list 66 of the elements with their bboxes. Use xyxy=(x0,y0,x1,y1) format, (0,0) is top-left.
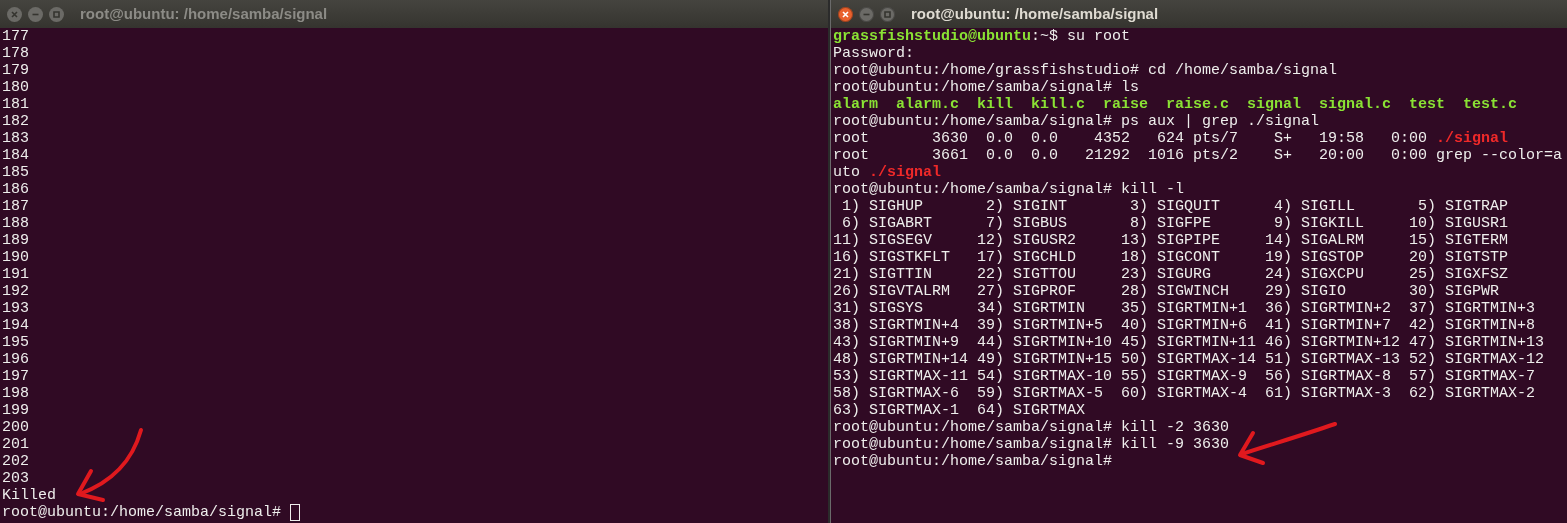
terminal-line: root@ubuntu:/home/grassfishstudio# cd /home/samba/signal xyxy=(833,62,1338,79)
terminal-line: 26) SIGVTALRM 27) SIGPROF 28) SIGWINCH 29) SIGIO 30) SIGPWR xyxy=(833,283,1500,300)
terminal-line: 193 xyxy=(2,300,29,317)
close-icon xyxy=(10,9,19,19)
terminal-line: 180 xyxy=(2,79,29,96)
terminal-line: 185 xyxy=(2,164,29,181)
window-title: root@ubuntu: /home/samba/signal xyxy=(911,3,1159,24)
terminal-line: 203 xyxy=(2,470,29,487)
terminal-line: 197 xyxy=(2,368,29,385)
terminal-line: 183 xyxy=(2,130,29,147)
maximize-icon xyxy=(883,9,892,19)
terminal-line: 1) SIGHUP 2) SIGINT 3) SIGQUIT 4) SIGILL 5) SIGTRAP xyxy=(841,198,1509,215)
terminal-line: root@ubuntu:/home/samba/signal# ls xyxy=(833,79,1140,96)
terminal-line: 184 xyxy=(2,147,29,164)
terminal-line: root@ubuntu:/home/samba/signal# ps aux | grep ./signal xyxy=(833,113,1320,130)
terminal-line: 199 xyxy=(2,402,29,419)
terminal-line: 43) SIGRTMIN+9 44) SIGRTMIN+10 45) SIGRTMIN+11 46) SIGRTMIN+12 47) SIGRTMIN+13 xyxy=(833,334,1545,351)
terminal-line: uto ./signal xyxy=(833,164,942,181)
terminal-line: 182 xyxy=(2,113,29,130)
terminal-line: 178 xyxy=(2,45,29,62)
terminal-line: root@ubuntu:/home/samba/signal# kill -9 3630 xyxy=(833,436,1230,453)
terminal-line: 187 xyxy=(2,198,29,215)
close-button[interactable] xyxy=(838,6,853,22)
terminal-line: 48) SIGRTMIN+14 49) SIGRTMIN+15 50) SIGRTMAX-14 51) SIGRTMAX-13 52) SIGRTMAX-12 xyxy=(833,351,1545,368)
terminal-line: alarm alarm.c kill kill.c raise raise.c signal signal.c test test.c xyxy=(833,96,1518,113)
window-title: root@ubuntu: /home/samba/signal xyxy=(80,3,328,24)
terminal-line: 11) SIGSEGV 12) SIGUSR2 13) SIGPIPE 14) SIGALRM 15) SIGTERM xyxy=(833,232,1509,249)
terminal-line: 200 xyxy=(2,419,29,436)
terminal-line: root@ubuntu:/home/samba/signal# xyxy=(833,453,1113,470)
maximize-button[interactable] xyxy=(880,6,895,22)
terminal-line: 198 xyxy=(2,385,29,402)
terminal-line: 63) SIGRTMAX-1 64) SIGRTMAX xyxy=(833,402,1086,419)
terminal-line: Killed xyxy=(2,487,56,504)
terminal-line: 191 xyxy=(2,266,29,283)
terminal-line: Password: xyxy=(833,45,914,62)
close-icon xyxy=(841,9,850,19)
terminal-line: root@ubuntu:/home/samba/signal# kill -l xyxy=(833,181,1185,198)
maximize-icon xyxy=(52,9,61,19)
terminal-line: 188 xyxy=(2,215,29,232)
terminal-line: 186 xyxy=(2,181,29,198)
terminal-line: 16) SIGSTKFLT 17) SIGCHLD 18) SIGCONT 19) SIGSTOP 20) SIGTSTP xyxy=(833,249,1509,266)
terminal-line: 179 xyxy=(2,62,29,79)
terminal-line: 190 xyxy=(2,249,29,266)
terminal-line: grassfishstudio@ubuntu:~$ su root xyxy=(833,28,1131,45)
terminal-line: root@ubuntu:/home/samba/signal# xyxy=(2,504,301,521)
terminal-line: 189 xyxy=(2,232,29,249)
maximize-button[interactable] xyxy=(49,6,64,22)
terminal-line: 195 xyxy=(2,334,29,351)
terminal-line: 196 xyxy=(2,351,29,368)
terminal-line: 194 xyxy=(2,317,29,334)
terminal-line: 192 xyxy=(2,283,29,300)
terminal-line: 53) SIGRTMAX-11 54) SIGRTMAX-10 55) SIGRTMAX-9 56) SIGRTMAX-8 57) SIGRTMAX-7 xyxy=(833,368,1536,385)
terminal-line: 31) SIGSYS 34) SIGRTMIN 35) SIGRTMIN+1 36) SIGRTMIN+2 37) SIGRTMIN+3 xyxy=(833,300,1536,317)
terminal-line: 202 xyxy=(2,453,29,470)
terminal-line: 38) SIGRTMIN+4 39) SIGRTMIN+5 40) SIGRTMIN+6 41) SIGRTMIN+7 42) SIGRTMIN+8 xyxy=(833,317,1536,334)
minimize-button[interactable] xyxy=(859,6,874,22)
terminal-line: root 3630 0.0 0.0 4352 624 pts/7 S+ 19:58 0:00 ./signal xyxy=(833,130,1509,147)
terminal-line: root@ubuntu:/home/samba/signal# kill -2 3630 xyxy=(833,419,1230,436)
terminal-line: 21) SIGTTIN 22) SIGTTOU 23) SIGURG 24) SIGXCPU 25) SIGXFSZ xyxy=(833,266,1509,283)
terminal-line: 177 xyxy=(2,28,29,45)
terminal-line: 181 xyxy=(2,96,29,113)
terminal-line: 201 xyxy=(2,436,29,453)
terminal-line: root 3661 0.0 0.0 21292 1016 pts/2 S+ 20:00 0:00 grep --color=a xyxy=(833,147,1563,164)
terminal-line: 6) SIGABRT 7) SIGBUS 8) SIGFPE 9) SIGKILL 10) SIGUSR1 xyxy=(841,215,1509,232)
terminal-line: 58) SIGRTMAX-6 59) SIGRTMAX-5 60) SIGRTMAX-4 61) SIGRTMAX-3 62) SIGRTMAX-2 xyxy=(833,385,1536,402)
minimize-button[interactable] xyxy=(28,6,43,22)
